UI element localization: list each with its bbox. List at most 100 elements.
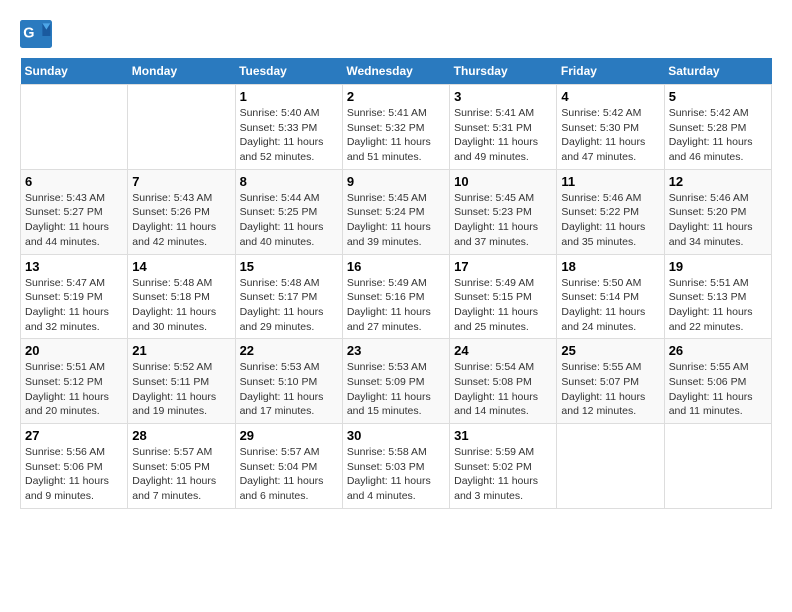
cell-content: Sunrise: 5:45 AMSunset: 5:24 PMDaylight:… — [347, 191, 445, 250]
day-number: 28 — [132, 428, 230, 443]
calendar-cell: 16 Sunrise: 5:49 AMSunset: 5:16 PMDayligh… — [342, 254, 449, 339]
calendar-cell: 29 Sunrise: 5:57 AMSunset: 5:04 PMDayligh… — [235, 424, 342, 509]
cell-content: Sunrise: 5:47 AMSunset: 5:19 PMDaylight:… — [25, 276, 123, 335]
day-number: 22 — [240, 343, 338, 358]
week-row-3: 13Sunrise: 5:47 AMSunset: 5:19 PMDayligh… — [21, 254, 772, 339]
day-number: 26 — [669, 343, 767, 358]
calendar-cell: 9 Sunrise: 5:45 AMSunset: 5:24 PMDaylight… — [342, 169, 449, 254]
day-number: 19 — [669, 259, 767, 274]
cell-content: Sunrise: 5:49 AMSunset: 5:16 PMDaylight:… — [347, 276, 445, 335]
calendar-cell: 7 Sunrise: 5:43 AMSunset: 5:26 PMDaylight… — [128, 169, 235, 254]
cell-content: Sunrise: 5:46 AMSunset: 5:22 PMDaylight:… — [561, 191, 659, 250]
calendar-cell: 22 Sunrise: 5:53 AMSunset: 5:10 PMDayligh… — [235, 339, 342, 424]
day-number: 9 — [347, 174, 445, 189]
day-number: 11 — [561, 174, 659, 189]
day-header-sunday: Sunday — [21, 58, 128, 85]
cell-content: Sunrise: 5:43 AMSunset: 5:26 PMDaylight:… — [132, 191, 230, 250]
cell-content: Sunrise: 5:44 AMSunset: 5:25 PMDaylight:… — [240, 191, 338, 250]
calendar-cell: 17 Sunrise: 5:49 AMSunset: 5:15 PMDayligh… — [450, 254, 557, 339]
cell-content: Sunrise: 5:51 AMSunset: 5:12 PMDaylight:… — [25, 360, 123, 419]
day-header-thursday: Thursday — [450, 58, 557, 85]
day-number: 17 — [454, 259, 552, 274]
calendar-cell: 28 Sunrise: 5:57 AMSunset: 5:05 PMDayligh… — [128, 424, 235, 509]
calendar-cell: 6Sunrise: 5:43 AMSunset: 5:27 PMDaylight… — [21, 169, 128, 254]
cell-content: Sunrise: 5:54 AMSunset: 5:08 PMDaylight:… — [454, 360, 552, 419]
svg-text:G: G — [23, 26, 34, 42]
cell-content: Sunrise: 5:48 AMSunset: 5:18 PMDaylight:… — [132, 276, 230, 335]
calendar-cell: 12Sunrise: 5:46 AMSunset: 5:20 PMDayligh… — [664, 169, 771, 254]
day-number: 20 — [25, 343, 123, 358]
calendar-cell: 3 Sunrise: 5:41 AMSunset: 5:31 PMDaylight… — [450, 85, 557, 170]
day-number: 3 — [454, 89, 552, 104]
cell-content: Sunrise: 5:48 AMSunset: 5:17 PMDaylight:… — [240, 276, 338, 335]
cell-content: Sunrise: 5:46 AMSunset: 5:20 PMDaylight:… — [669, 191, 767, 250]
cell-content: Sunrise: 5:53 AMSunset: 5:10 PMDaylight:… — [240, 360, 338, 419]
day-number: 24 — [454, 343, 552, 358]
cell-content: Sunrise: 5:43 AMSunset: 5:27 PMDaylight:… — [25, 191, 123, 250]
calendar-cell: 4 Sunrise: 5:42 AMSunset: 5:30 PMDaylight… — [557, 85, 664, 170]
day-number: 1 — [240, 89, 338, 104]
day-number: 2 — [347, 89, 445, 104]
logo: G — [20, 20, 56, 48]
cell-content: Sunrise: 5:41 AMSunset: 5:31 PMDaylight:… — [454, 106, 552, 165]
cell-content: Sunrise: 5:52 AMSunset: 5:11 PMDaylight:… — [132, 360, 230, 419]
cell-content: Sunrise: 5:51 AMSunset: 5:13 PMDaylight:… — [669, 276, 767, 335]
calendar-cell: 25Sunrise: 5:55 AMSunset: 5:07 PMDayligh… — [557, 339, 664, 424]
day-number: 4 — [561, 89, 659, 104]
day-number: 10 — [454, 174, 552, 189]
week-row-5: 27 Sunrise: 5:56 AMSunset: 5:06 PMDayligh… — [21, 424, 772, 509]
cell-content: Sunrise: 5:42 AMSunset: 5:30 PMDaylight:… — [561, 106, 659, 165]
day-number: 5 — [669, 89, 767, 104]
calendar-cell: 13Sunrise: 5:47 AMSunset: 5:19 PMDayligh… — [21, 254, 128, 339]
calendar-cell: 10 Sunrise: 5:45 AMSunset: 5:23 PMDayligh… — [450, 169, 557, 254]
day-number: 29 — [240, 428, 338, 443]
calendar-cell: 14 Sunrise: 5:48 AMSunset: 5:18 PMDayligh… — [128, 254, 235, 339]
day-number: 27 — [25, 428, 123, 443]
day-number: 21 — [132, 343, 230, 358]
day-number: 7 — [132, 174, 230, 189]
calendar-table: SundayMondayTuesdayWednesdayThursdayFrid… — [20, 58, 772, 509]
cell-content: Sunrise: 5:57 AMSunset: 5:05 PMDaylight:… — [132, 445, 230, 504]
calendar-cell — [557, 424, 664, 509]
calendar-cell: 27 Sunrise: 5:56 AMSunset: 5:06 PMDayligh… — [21, 424, 128, 509]
calendar-cell — [21, 85, 128, 170]
day-number: 18 — [561, 259, 659, 274]
week-row-4: 20 Sunrise: 5:51 AMSunset: 5:12 PMDayligh… — [21, 339, 772, 424]
page-header: G — [20, 20, 772, 48]
calendar-cell: 20 Sunrise: 5:51 AMSunset: 5:12 PMDayligh… — [21, 339, 128, 424]
calendar-cell: 31Sunrise: 5:59 AMSunset: 5:02 PMDayligh… — [450, 424, 557, 509]
cell-content: Sunrise: 5:42 AMSunset: 5:28 PMDaylight:… — [669, 106, 767, 165]
cell-content: Sunrise: 5:58 AMSunset: 5:03 PMDaylight:… — [347, 445, 445, 504]
calendar-cell: 23Sunrise: 5:53 AMSunset: 5:09 PMDayligh… — [342, 339, 449, 424]
calendar-cell: 21 Sunrise: 5:52 AMSunset: 5:11 PMDayligh… — [128, 339, 235, 424]
calendar-cell: 24 Sunrise: 5:54 AMSunset: 5:08 PMDayligh… — [450, 339, 557, 424]
day-header-tuesday: Tuesday — [235, 58, 342, 85]
cell-content: Sunrise: 5:53 AMSunset: 5:09 PMDaylight:… — [347, 360, 445, 419]
cell-content: Sunrise: 5:59 AMSunset: 5:02 PMDaylight:… — [454, 445, 552, 504]
cell-content: Sunrise: 5:56 AMSunset: 5:06 PMDaylight:… — [25, 445, 123, 504]
day-number: 14 — [132, 259, 230, 274]
logo-icon: G — [20, 20, 52, 48]
day-number: 25 — [561, 343, 659, 358]
day-header-friday: Friday — [557, 58, 664, 85]
day-number: 16 — [347, 259, 445, 274]
calendar-cell: 18 Sunrise: 5:50 AMSunset: 5:14 PMDayligh… — [557, 254, 664, 339]
day-header-row: SundayMondayTuesdayWednesdayThursdayFrid… — [21, 58, 772, 85]
calendar-cell — [128, 85, 235, 170]
cell-content: Sunrise: 5:50 AMSunset: 5:14 PMDaylight:… — [561, 276, 659, 335]
cell-content: Sunrise: 5:40 AMSunset: 5:33 PMDaylight:… — [240, 106, 338, 165]
cell-content: Sunrise: 5:49 AMSunset: 5:15 PMDaylight:… — [454, 276, 552, 335]
cell-content: Sunrise: 5:45 AMSunset: 5:23 PMDaylight:… — [454, 191, 552, 250]
day-header-wednesday: Wednesday — [342, 58, 449, 85]
cell-content: Sunrise: 5:41 AMSunset: 5:32 PMDaylight:… — [347, 106, 445, 165]
day-header-monday: Monday — [128, 58, 235, 85]
calendar-cell: 2 Sunrise: 5:41 AMSunset: 5:32 PMDaylight… — [342, 85, 449, 170]
cell-content: Sunrise: 5:57 AMSunset: 5:04 PMDaylight:… — [240, 445, 338, 504]
calendar-cell: 19 Sunrise: 5:51 AMSunset: 5:13 PMDayligh… — [664, 254, 771, 339]
calendar-cell: 11 Sunrise: 5:46 AMSunset: 5:22 PMDayligh… — [557, 169, 664, 254]
day-number: 15 — [240, 259, 338, 274]
calendar-cell: 26Sunrise: 5:55 AMSunset: 5:06 PMDayligh… — [664, 339, 771, 424]
calendar-cell: 8 Sunrise: 5:44 AMSunset: 5:25 PMDaylight… — [235, 169, 342, 254]
day-number: 8 — [240, 174, 338, 189]
calendar-cell: 1 Sunrise: 5:40 AMSunset: 5:33 PMDaylight… — [235, 85, 342, 170]
